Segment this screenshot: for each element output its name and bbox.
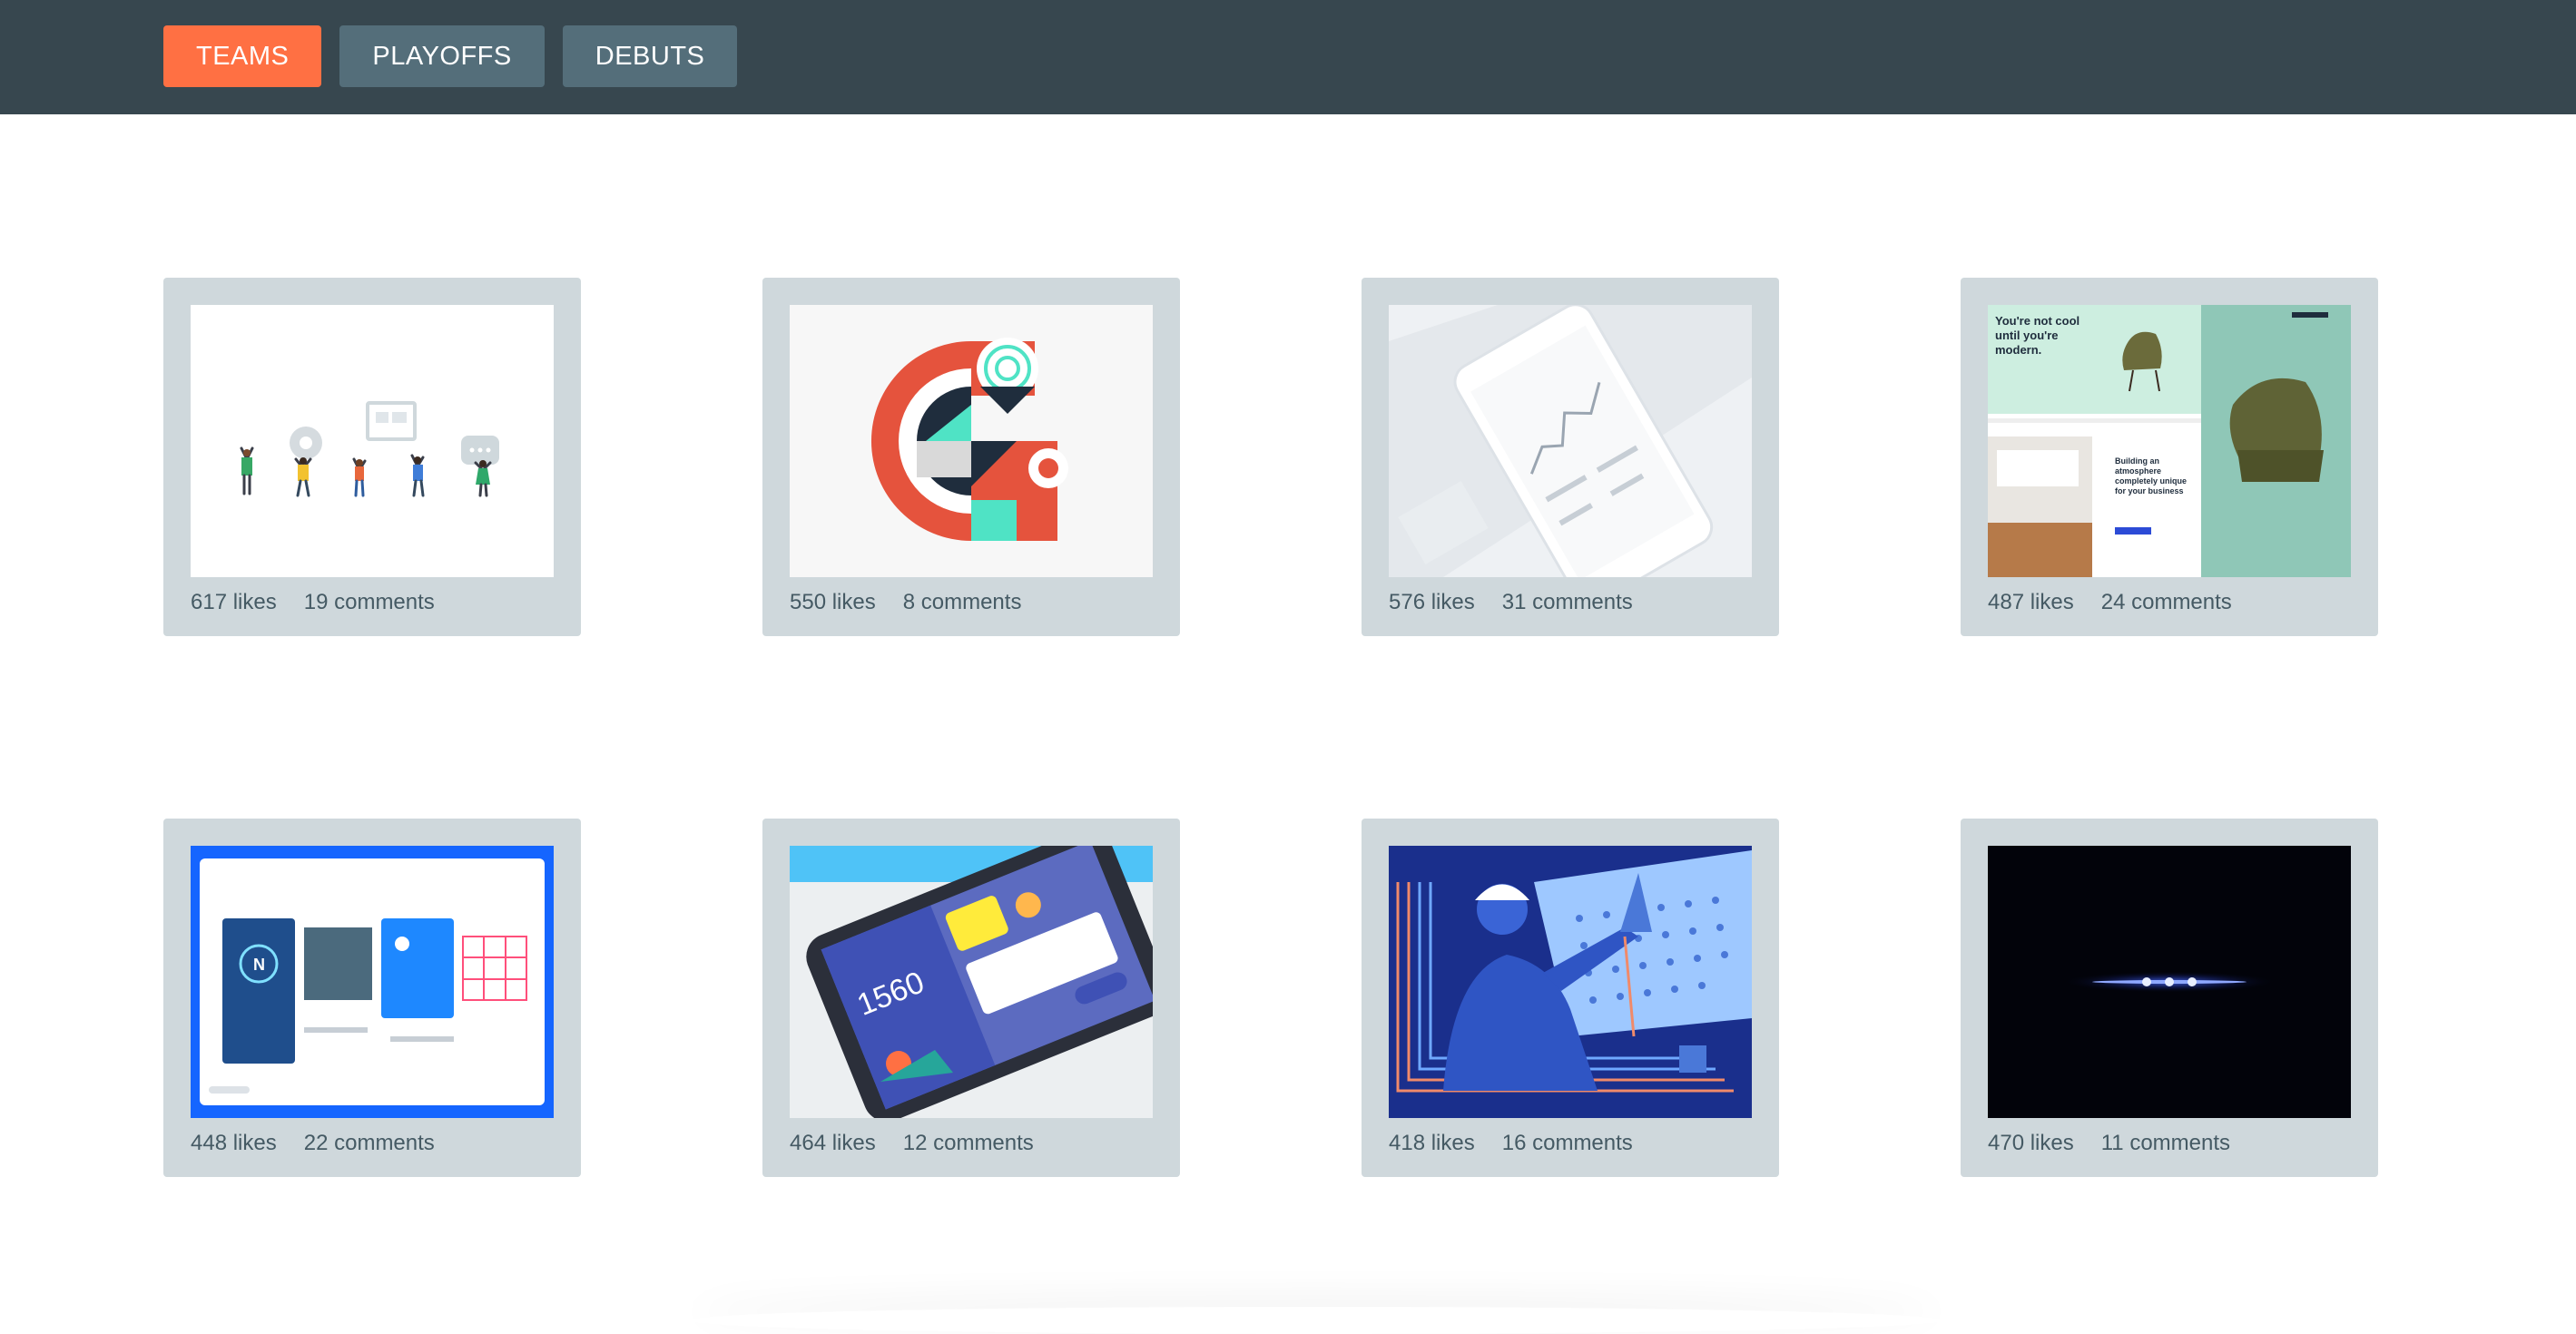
shot-card[interactable]: You're not cool until you're modern. Bui… bbox=[1961, 278, 2378, 636]
shot-card[interactable]: N 448 likes 22 comments bbox=[163, 819, 581, 1177]
likes-count: 418 likes bbox=[1389, 1131, 1475, 1155]
top-nav-bar: TEAMS PLAYOFFS DEBUTS bbox=[0, 0, 2576, 114]
shot-meta: 448 likes 22 comments bbox=[191, 1125, 435, 1162]
tab-group: TEAMS PLAYOFFS DEBUTS bbox=[163, 25, 738, 87]
tab-debuts[interactable]: DEBUTS bbox=[562, 25, 738, 87]
shot-thumbnail-geometric-g[interactable] bbox=[790, 305, 1153, 577]
likes-count: 550 likes bbox=[790, 590, 876, 614]
shot-card[interactable]: 617 likes 19 comments bbox=[163, 278, 581, 636]
svg-text:modern.: modern. bbox=[1995, 343, 2041, 357]
svg-text:atmosphere: atmosphere bbox=[2115, 466, 2161, 476]
likes-count: 448 likes bbox=[191, 1131, 277, 1155]
likes-count: 487 likes bbox=[1988, 590, 2074, 614]
svg-text:You're not cool: You're not cool bbox=[1995, 314, 2079, 328]
shot-card[interactable]: 418 likes 16 comments bbox=[1362, 819, 1779, 1177]
shot-thumbnail-furniture-site[interactable]: You're not cool until you're modern. Bui… bbox=[1988, 305, 2351, 577]
shot-meta: 418 likes 16 comments bbox=[1389, 1125, 1633, 1162]
shot-meta: 576 likes 31 comments bbox=[1389, 584, 1633, 621]
shot-meta: 470 likes 11 comments bbox=[1988, 1125, 2230, 1162]
svg-text:completely unique: completely unique bbox=[2115, 476, 2187, 486]
shot-meta: 487 likes 24 comments bbox=[1988, 584, 2232, 621]
shot-card[interactable]: 550 likes 8 comments bbox=[762, 278, 1180, 636]
shot-card[interactable]: 470 likes 11 comments bbox=[1961, 819, 2378, 1177]
comments-count: 31 comments bbox=[1501, 590, 1633, 614]
shot-thumbnail-app-wireframes[interactable]: N bbox=[191, 846, 554, 1118]
svg-text:until you're: until you're bbox=[1995, 329, 2059, 342]
shot-thumbnail-phone-app[interactable]: 1560 bbox=[790, 846, 1153, 1118]
comments-count: 8 comments bbox=[902, 590, 1022, 614]
svg-text:N: N bbox=[253, 956, 265, 974]
shot-thumbnail-team-illustration[interactable] bbox=[191, 305, 554, 577]
shot-card[interactable]: 576 likes 31 comments bbox=[1362, 278, 1779, 636]
tab-teams[interactable]: TEAMS bbox=[163, 25, 322, 87]
tab-playoffs[interactable]: PLAYOFFS bbox=[339, 25, 545, 87]
shot-thumbnail-dark-lights[interactable] bbox=[1988, 846, 2351, 1118]
shot-card[interactable]: 1560 464 likes 12 comments bbox=[762, 819, 1180, 1177]
comments-count: 16 comments bbox=[1501, 1131, 1633, 1155]
svg-text:Building an: Building an bbox=[2115, 456, 2159, 466]
likes-count: 464 likes bbox=[790, 1131, 876, 1155]
comments-count: 19 comments bbox=[303, 590, 435, 614]
shots-grid: 617 likes 19 comments 550 likes 8 commen… bbox=[163, 278, 2378, 1178]
likes-count: 617 likes bbox=[191, 590, 277, 614]
shot-thumbnail-engineer-illustration[interactable] bbox=[1389, 846, 1752, 1118]
bottom-shadow bbox=[690, 1307, 1942, 1334]
likes-count: 576 likes bbox=[1389, 590, 1475, 614]
comments-count: 12 comments bbox=[902, 1131, 1034, 1155]
comments-count: 24 comments bbox=[2100, 590, 2232, 614]
shot-thumbnail-phone-chart[interactable] bbox=[1389, 305, 1752, 577]
shot-meta: 617 likes 19 comments bbox=[191, 584, 435, 621]
shot-meta: 464 likes 12 comments bbox=[790, 1125, 1034, 1162]
comments-count: 22 comments bbox=[303, 1131, 435, 1155]
comments-count: 11 comments bbox=[2100, 1131, 2231, 1155]
svg-text:for your business: for your business bbox=[2115, 486, 2184, 495]
shot-meta: 550 likes 8 comments bbox=[790, 584, 1021, 621]
likes-count: 470 likes bbox=[1988, 1131, 2074, 1155]
